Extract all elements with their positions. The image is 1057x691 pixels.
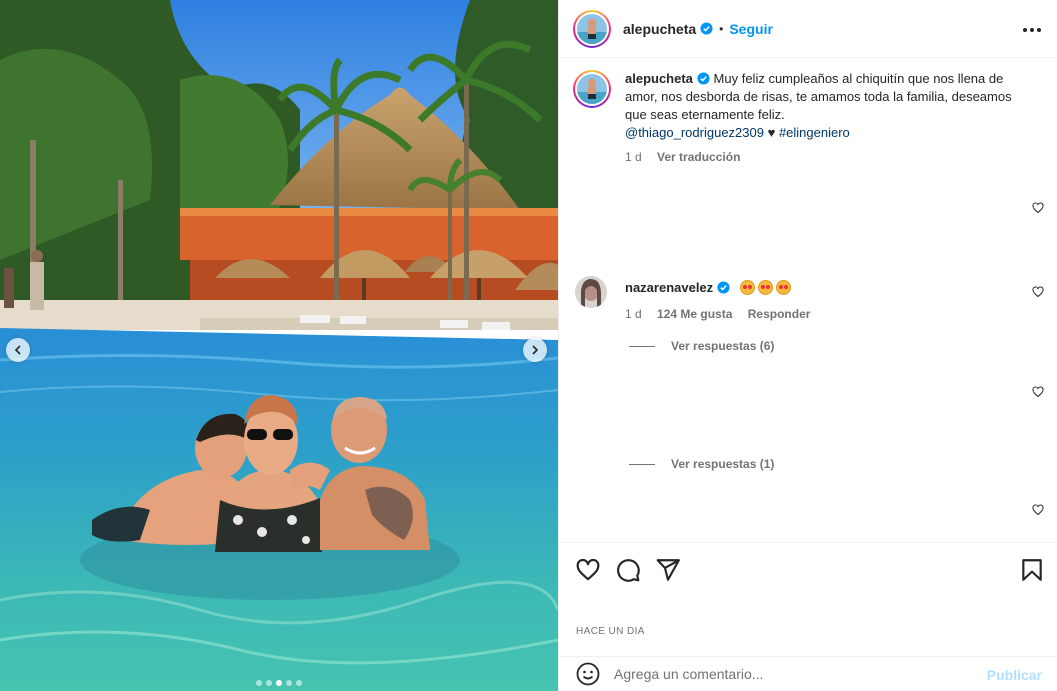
carousel-dot	[296, 680, 302, 686]
replies-divider	[629, 345, 655, 347]
heart-symbol: ♥	[767, 125, 776, 140]
post-header: alepucheta • Seguir	[559, 0, 1057, 58]
carousel-dot	[276, 680, 282, 686]
comment-meta: 1 d 124 Me gusta Responder	[625, 307, 822, 321]
carousel-dot	[266, 680, 272, 686]
carousel-indicator	[0, 680, 558, 686]
verified-badge-icon	[697, 72, 710, 85]
caption-avatar-image	[577, 74, 607, 104]
add-comment-form: Publicar	[559, 656, 1057, 691]
author-username[interactable]: alepucheta	[623, 21, 696, 37]
chevron-left-icon	[14, 345, 21, 355]
publish-button[interactable]: Publicar	[987, 667, 1042, 683]
caption-author-avatar[interactable]	[573, 70, 611, 108]
caption-hashtag[interactable]: #elingeniero	[779, 125, 850, 140]
star-struck-emoji-icon	[739, 280, 755, 295]
carousel-next-button[interactable]	[523, 338, 547, 362]
caption-age: 1 d	[625, 150, 642, 164]
author-avatar[interactable]	[573, 9, 611, 48]
comment-like-heart-icon[interactable]	[1032, 386, 1044, 398]
emoji-icon[interactable]	[576, 662, 600, 686]
view-replies-button[interactable]: Ver respuestas (1)	[629, 457, 774, 471]
like-button[interactable]	[575, 557, 601, 583]
comment-age: 1 d	[625, 307, 642, 321]
post-caption: alepucheta Muy feliz cumpleaños al chiqu…	[573, 70, 1043, 164]
post-details-panel: alepucheta • Seguir alepucheta Muy feliz…	[558, 0, 1057, 691]
replies-divider	[629, 463, 655, 465]
carousel-dot	[286, 680, 292, 686]
reply-button[interactable]: Responder	[748, 307, 811, 321]
commenter-avatar[interactable]	[575, 276, 607, 308]
post-photo[interactable]	[0, 0, 558, 691]
share-button[interactable]	[655, 557, 681, 583]
heart-icon	[576, 558, 600, 581]
carousel-previous-button[interactable]	[6, 338, 30, 362]
comment-item: nazarenavelez 1 d 124 Me gusta Responder	[575, 276, 1045, 321]
star-struck-emoji-icon	[775, 280, 791, 295]
caption-like-heart-icon[interactable]	[1032, 202, 1044, 214]
view-replies-button[interactable]: Ver respuestas (6)	[629, 339, 774, 353]
comment-emojis	[739, 280, 794, 295]
header-separator: •	[719, 21, 724, 36]
author-avatar-image	[577, 13, 607, 44]
bookmark-icon	[1022, 559, 1042, 581]
post-timestamp: HACE UN DIA	[576, 626, 645, 637]
commenter-avatar-image	[575, 276, 607, 308]
comment-input[interactable]	[614, 666, 974, 682]
translate-button[interactable]: Ver traducción	[657, 150, 740, 164]
view-replies-label: Ver respuestas (1)	[671, 457, 775, 471]
caption-meta: 1 d Ver traducción	[625, 150, 1035, 164]
carousel-dot	[256, 680, 262, 686]
follow-button[interactable]: Seguir	[729, 21, 773, 37]
save-button[interactable]	[1019, 557, 1045, 583]
comment-like-count[interactable]: 124 Me gusta	[657, 307, 732, 321]
comment-icon	[617, 559, 640, 582]
pool-photo-image	[0, 0, 558, 691]
chevron-right-icon	[532, 345, 539, 355]
comment-like-heart-icon[interactable]	[1032, 286, 1044, 298]
more-options-icon[interactable]	[1020, 18, 1044, 42]
comment-button[interactable]	[615, 557, 641, 583]
verified-badge-icon	[717, 281, 730, 294]
comment-like-heart-icon[interactable]	[1032, 504, 1044, 516]
view-replies-label: Ver respuestas (6)	[671, 339, 775, 353]
caption-mention[interactable]: @thiago_rodriguez2309	[625, 125, 764, 140]
verified-badge-icon	[700, 22, 713, 35]
commenter-username[interactable]: nazarenavelez	[625, 280, 713, 295]
star-struck-emoji-icon	[757, 280, 773, 295]
send-icon	[656, 559, 680, 581]
caption-username[interactable]: alepucheta	[625, 71, 693, 86]
